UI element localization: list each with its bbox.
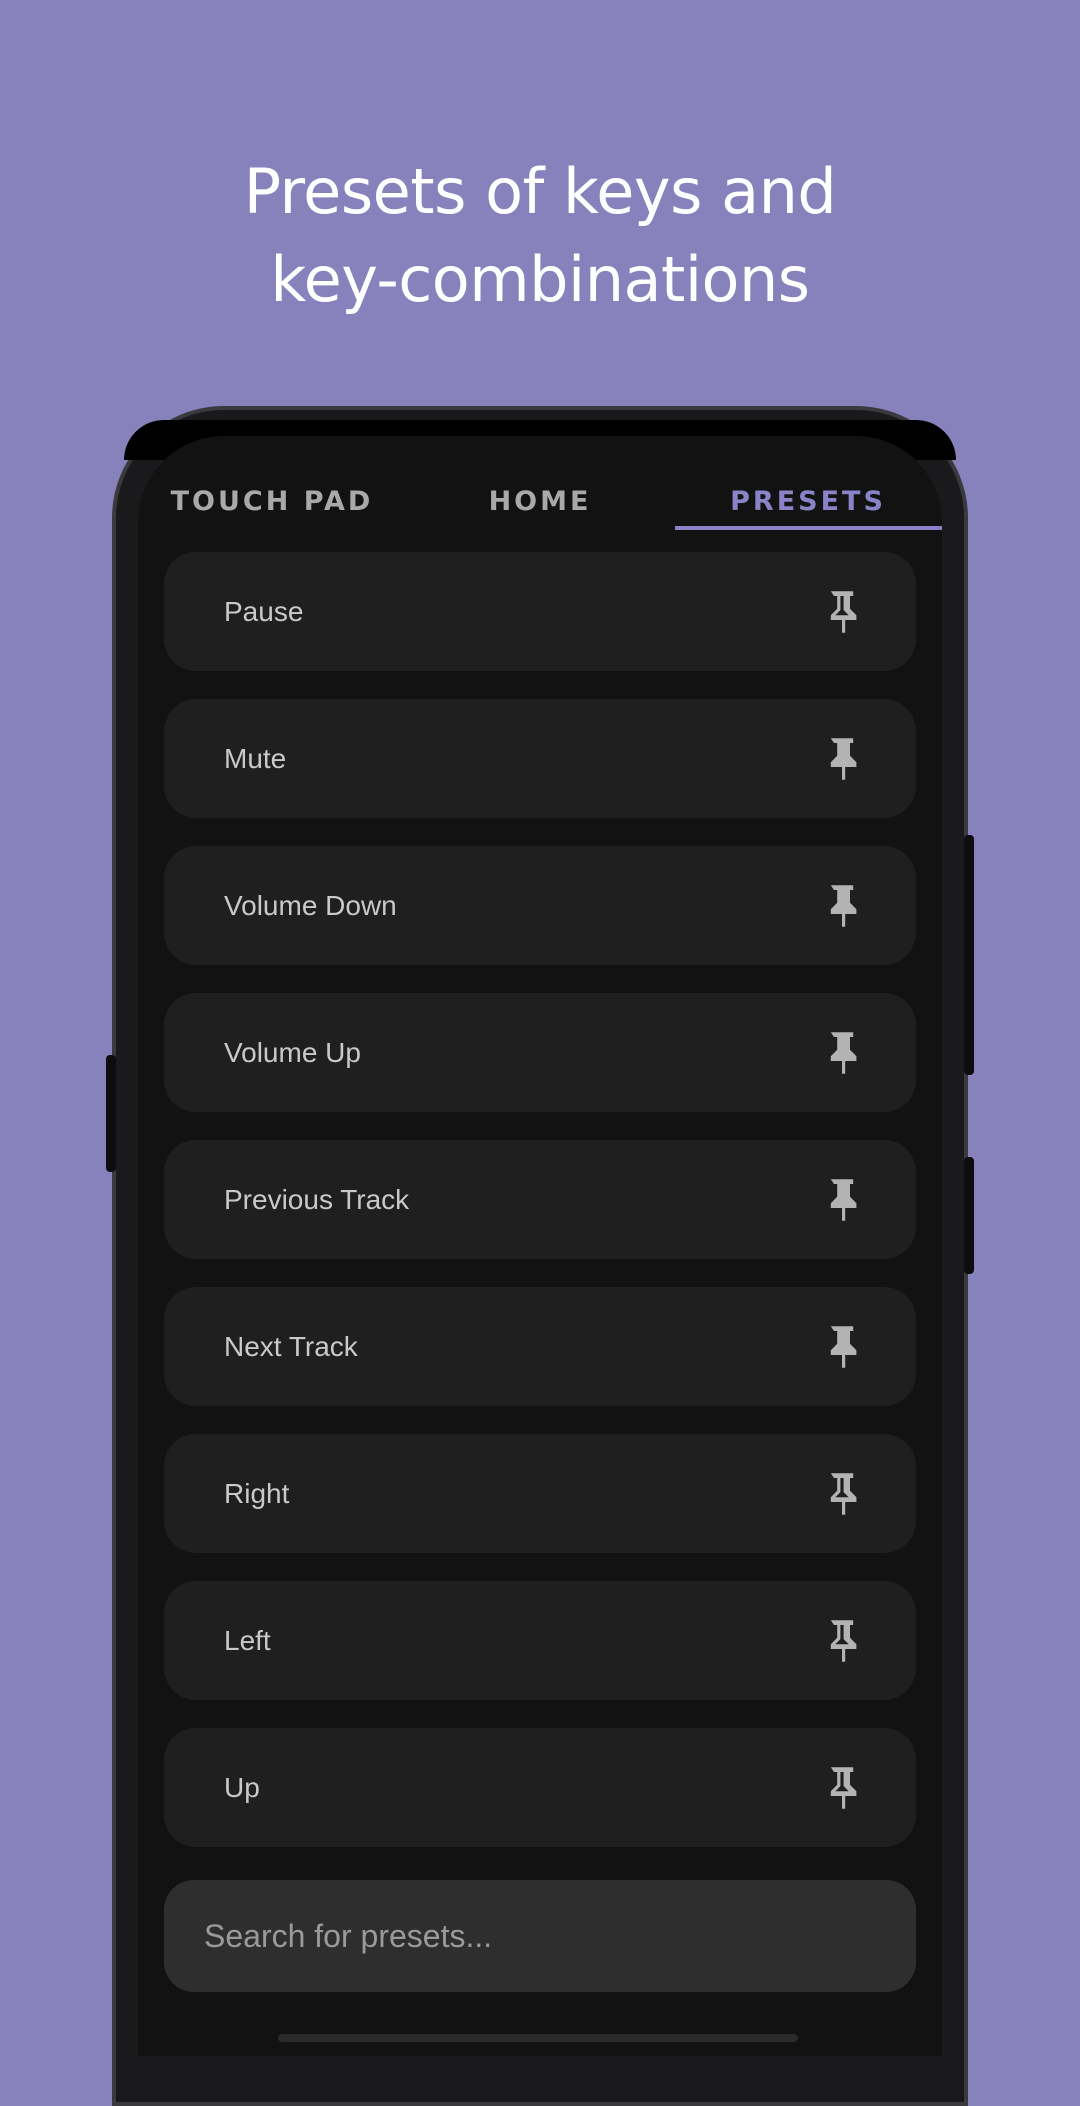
tab-presets[interactable]: PRESETS [674,436,942,530]
pin-filled-icon[interactable] [822,882,862,930]
tab-bar: TOUCH PAD HOME PRESETS [138,436,942,530]
preset-label: Next Track [224,1330,358,1362]
preset-item[interactable]: Previous Track [164,1140,916,1259]
preset-item[interactable]: Left [164,1581,916,1700]
preset-list: Pause Mute Volume Down Volume Up Previous Tr… [164,552,916,1875]
preset-label: Mute [224,742,287,774]
promo-title-line-1: Presets of keys and [243,155,837,228]
preset-label: Up [224,1771,260,1803]
preset-label: Volume Down [224,889,397,921]
search-input[interactable] [204,1917,916,1955]
gesture-bar [278,2034,798,2042]
app-screen: TOUCH PAD HOME PRESETS Pause Mute Volume D… [138,436,942,2056]
phone-volume-button [964,835,974,1075]
phone-power-button [964,1157,974,1274]
pin-outline-icon[interactable] [822,588,862,636]
pin-filled-icon[interactable] [822,735,862,783]
preset-label: Right [224,1477,290,1509]
preset-label: Pause [224,595,304,627]
pin-outline-icon[interactable] [822,1470,862,1518]
promo-title-line-2: key-combinations [270,243,810,316]
preset-item[interactable]: Pause [164,552,916,671]
preset-item[interactable]: Mute [164,699,916,818]
preset-label: Volume Up [224,1036,361,1068]
tab-touch-pad[interactable]: TOUCH PAD [138,436,406,530]
pin-outline-icon[interactable] [822,1764,862,1812]
preset-item[interactable]: Up [164,1728,916,1847]
tab-active-indicator [675,526,942,530]
preset-label: Previous Track [224,1183,410,1215]
pin-filled-icon[interactable] [822,1323,862,1371]
phone-side-button-left [106,1055,116,1172]
preset-item[interactable]: Volume Down [164,846,916,965]
pin-filled-icon[interactable] [822,1176,862,1224]
tab-home[interactable]: HOME [406,436,674,530]
pin-outline-icon[interactable] [822,1617,862,1665]
preset-label: Left [224,1624,271,1656]
preset-item[interactable]: Right [164,1434,916,1553]
preset-item[interactable]: Volume Up [164,993,916,1112]
promo-title: Presets of keys and key-combinations [0,148,1080,324]
search-bar[interactable] [164,1880,916,1992]
pin-filled-icon[interactable] [822,1029,862,1077]
preset-item[interactable]: Next Track [164,1287,916,1406]
